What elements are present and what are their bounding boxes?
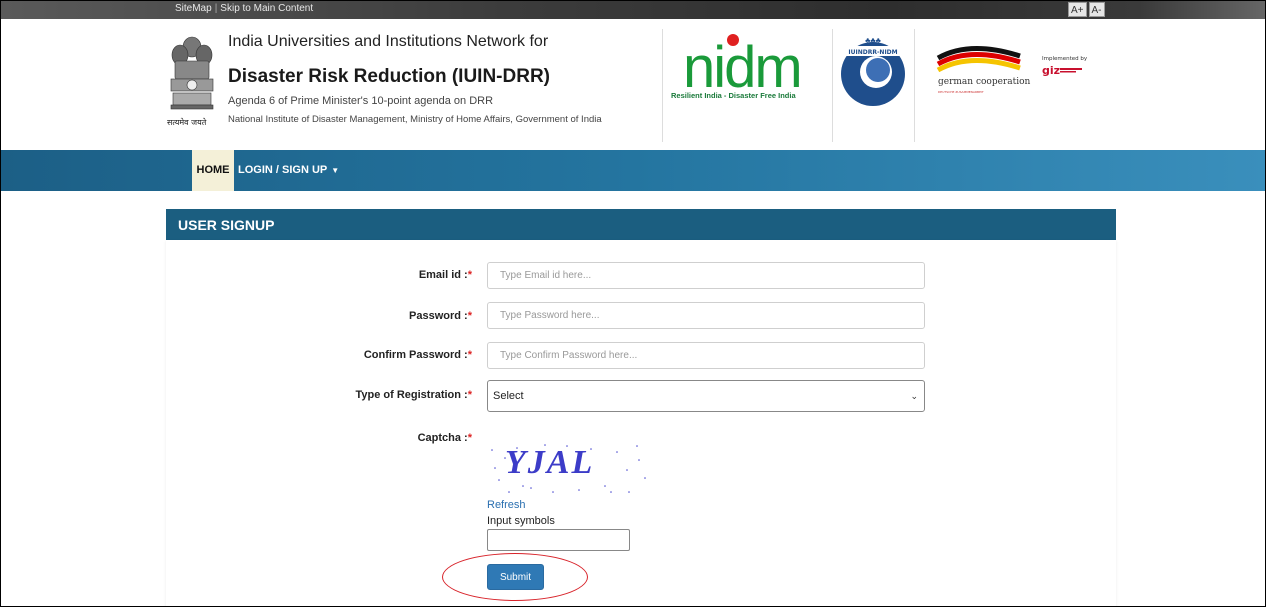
input-symbols-label: Input symbols <box>487 515 555 527</box>
iuin-logo-label: IUINDRR-NIDM <box>848 49 897 56</box>
font-size-controls: A+ A- <box>1068 2 1105 17</box>
required-mark: * <box>467 349 472 361</box>
header-line-1: India Universities and Institutions Netw… <box>228 33 549 50</box>
caret-down-icon: ▼ <box>331 166 340 175</box>
skip-to-main-link[interactable]: Skip to Main Content <box>220 3 313 14</box>
confirm-password-label: Confirm Password :* <box>363 349 472 361</box>
captcha-refresh-link[interactable]: Refresh <box>487 499 526 511</box>
emblem-motto: सत्यमेव जयते <box>167 117 207 127</box>
required-mark: * <box>467 269 472 281</box>
required-mark: * <box>467 432 472 444</box>
german-cooperation-giz-logo-icon: german cooperation DEUTSCHE ZUSAMMENARBE… <box>936 46 1088 94</box>
registration-type-label: Type of Registration :* <box>355 389 472 401</box>
utility-links: SiteMap | Skip to Main Content <box>175 3 313 14</box>
logo-divider <box>662 29 663 142</box>
captcha-input[interactable] <box>487 529 630 551</box>
confirm-password-input[interactable] <box>487 342 925 369</box>
logo-divider <box>832 29 833 142</box>
captcha-image: YJAL <box>487 440 650 497</box>
email-input[interactable] <box>487 262 925 289</box>
submit-button[interactable]: Submit <box>487 564 544 590</box>
nidm-logo: nidm Resilient India - Disaster Free Ind… <box>665 30 830 110</box>
nav-login-signup[interactable]: LOGIN / SIGN UP ▼ <box>238 150 339 191</box>
header-institute: National Institute of Disaster Managemen… <box>228 114 602 125</box>
national-emblem-icon: सत्यमेव जयते <box>167 36 214 127</box>
signup-panel-body <box>166 240 1116 607</box>
required-mark: * <box>467 389 472 401</box>
main-navbar: HOME LOGIN / SIGN UP ▼ <box>0 150 1266 191</box>
nidm-tagline: Resilient India - Disaster Free India <box>671 91 796 100</box>
site-title: Disaster Risk Reduction (IUIN-DRR) <box>228 66 550 87</box>
font-increase-button[interactable]: A+ <box>1068 2 1087 17</box>
required-mark: * <box>467 310 472 322</box>
nidm-logo-dot <box>727 34 739 46</box>
captcha-label: Captcha :* <box>417 432 472 444</box>
link-separator: | <box>214 3 218 14</box>
implemented-by: Implemented by <box>1042 56 1088 62</box>
top-utility-bar: SiteMap | Skip to Main Content A+ A- <box>0 0 1266 19</box>
nav-home[interactable]: HOME <box>192 150 234 191</box>
registration-type-select[interactable]: Select ⌄ <box>487 380 925 412</box>
header-agenda: Agenda 6 of Prime Minister's 10-point ag… <box>228 95 494 107</box>
signup-panel-header: USER SIGNUP <box>166 209 1116 240</box>
german-logo-text: german cooperation <box>938 77 1030 87</box>
password-input[interactable] <box>487 302 925 329</box>
logo-divider <box>914 29 915 142</box>
nav-login-label: LOGIN / SIGN UP <box>238 164 328 176</box>
font-decrease-button[interactable]: A- <box>1088 2 1105 17</box>
iuin-drr-logo-icon: IUINDRR-NIDM ♣♣♣ <box>841 36 905 106</box>
giz-logo: giz <box>1042 64 1060 77</box>
chevron-down-icon: ⌄ <box>910 391 918 401</box>
signup-heading: USER SIGNUP <box>178 217 275 233</box>
svg-text:♣♣♣: ♣♣♣ <box>865 36 882 45</box>
email-label: Email id :* <box>418 269 472 281</box>
captcha-text: YJAL <box>505 444 595 481</box>
german-logo-sub: DEUTSCHE ZUSAMMENARBEIT <box>938 90 984 94</box>
registration-type-value: Select <box>493 390 524 402</box>
password-label: Password :* <box>409 310 472 322</box>
sitemap-link[interactable]: SiteMap <box>175 3 212 14</box>
